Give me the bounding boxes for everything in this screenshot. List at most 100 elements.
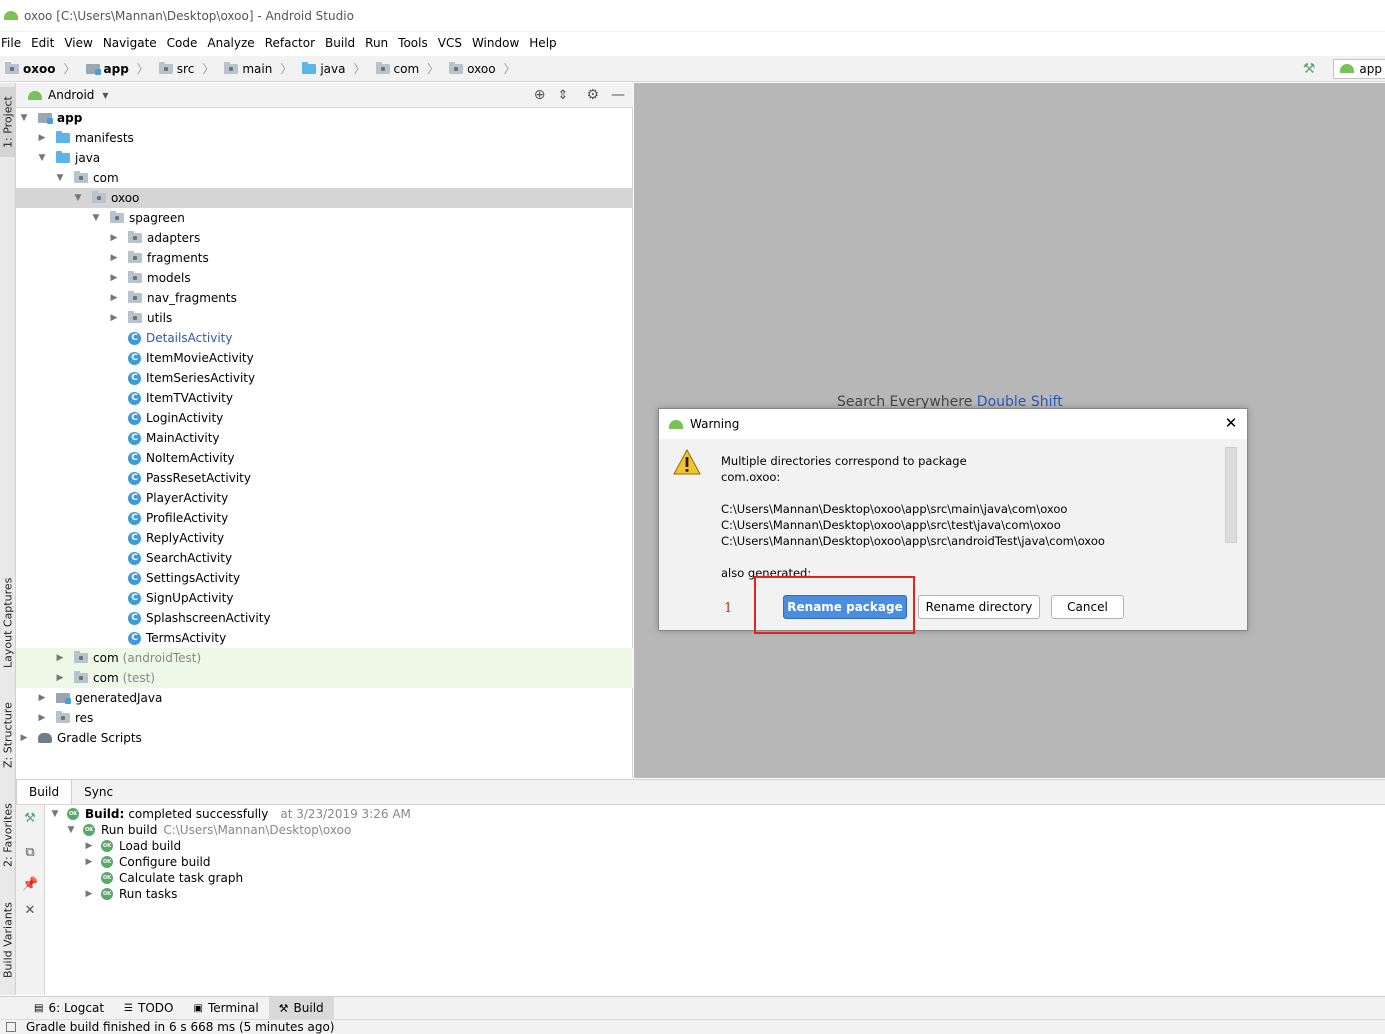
project-view-select[interactable]: Android bbox=[48, 88, 94, 102]
build-hammer-icon[interactable]: ⚒ bbox=[1303, 61, 1316, 77]
tree-node-generated-java[interactable]: ▶ generatedJava bbox=[16, 688, 633, 708]
tree-class-item-series-activity[interactable]: C ItemSeriesActivity bbox=[16, 368, 633, 388]
menu-refactor[interactable]: Refactor bbox=[260, 36, 320, 50]
expanded-arrow-icon[interactable]: ▼ bbox=[49, 809, 61, 819]
close-icon[interactable]: ✕ bbox=[1223, 415, 1239, 431]
expanded-arrow-icon[interactable]: ▼ bbox=[36, 153, 48, 163]
tree-node-gradle-scripts[interactable]: ▶ Gradle Scripts bbox=[16, 728, 633, 748]
menu-code[interactable]: Code bbox=[162, 36, 203, 50]
menu-help[interactable]: Help bbox=[524, 36, 561, 50]
collapsed-arrow-icon[interactable]: ▶ bbox=[108, 253, 120, 263]
tab-sync[interactable]: Sync bbox=[72, 779, 125, 804]
tree-class-splashscreen-activity[interactable]: C SplashscreenActivity bbox=[16, 608, 633, 628]
menu-view[interactable]: View bbox=[59, 36, 97, 50]
tree-node-nav-fragments[interactable]: ▶ nav_fragments bbox=[16, 288, 633, 308]
tree-node-utils[interactable]: ▶ utils bbox=[16, 308, 633, 328]
tree-class-no-item-activity[interactable]: C NoItemActivity bbox=[16, 448, 633, 468]
chevron-down-icon[interactable]: ▼ bbox=[102, 91, 108, 100]
collapsed-arrow-icon[interactable]: ▶ bbox=[18, 733, 30, 743]
tree-node-com-android-test[interactable]: ▶ com (androidTest) bbox=[16, 648, 633, 668]
breadcrumb-com[interactable]: com 〉 bbox=[371, 60, 445, 77]
rename-directory-button[interactable]: Rename directory bbox=[918, 595, 1040, 619]
tree-class-details-activity[interactable]: C DetailsActivity bbox=[16, 328, 633, 348]
collapsed-arrow-icon[interactable]: ▶ bbox=[108, 273, 120, 283]
menu-vcs[interactable]: VCS bbox=[433, 36, 467, 50]
tree-class-search-activity[interactable]: C SearchActivity bbox=[16, 548, 633, 568]
tree-node-spagreen[interactable]: ▼ spagreen bbox=[16, 208, 633, 228]
build-status-row[interactable]: ▼ OK Build: completed successfully at 3/2… bbox=[49, 806, 411, 822]
menu-navigate[interactable]: Navigate bbox=[98, 36, 162, 50]
locate-target-icon[interactable]: ⊕ bbox=[534, 87, 546, 103]
cancel-button[interactable]: Cancel bbox=[1051, 595, 1124, 619]
tree-node-res[interactable]: ▶ res bbox=[16, 708, 633, 728]
tree-class-item-tv-activity[interactable]: C ItemTVActivity bbox=[16, 388, 633, 408]
minimize-icon[interactable]: — bbox=[611, 87, 625, 103]
breadcrumb-oxoo-package[interactable]: oxoo 〉 bbox=[444, 60, 520, 77]
run-tasks-row[interactable]: ▶ OK Run tasks bbox=[83, 886, 178, 902]
status-toggle-icon[interactable] bbox=[6, 1022, 16, 1032]
menu-edit[interactable]: Edit bbox=[26, 36, 59, 50]
tree-node-app[interactable]: ▼ app bbox=[16, 108, 633, 128]
menu-build[interactable]: Build bbox=[320, 36, 360, 50]
collapsed-arrow-icon[interactable]: ▶ bbox=[36, 693, 48, 703]
collapsed-arrow-icon[interactable]: ▶ bbox=[83, 889, 95, 899]
tree-class-main-activity[interactable]: C MainActivity bbox=[16, 428, 633, 448]
collapsed-arrow-icon[interactable]: ▶ bbox=[108, 313, 120, 323]
tool-tab-terminal[interactable]: ▣ Terminal bbox=[183, 997, 268, 1019]
build-variants-tool-tab[interactable]: Build Variants bbox=[0, 895, 16, 985]
tree-node-models[interactable]: ▶ models bbox=[16, 268, 633, 288]
tree-class-profile-activity[interactable]: C ProfileActivity bbox=[16, 508, 633, 528]
run-config-select[interactable]: app bbox=[1333, 58, 1385, 79]
gear-icon[interactable]: ⚙ bbox=[586, 87, 599, 103]
tree-class-login-activity[interactable]: C LoginActivity bbox=[16, 408, 633, 428]
breadcrumb-app[interactable]: app 〉 bbox=[81, 60, 154, 77]
breadcrumb-main[interactable]: main 〉 bbox=[219, 60, 297, 77]
tree-class-terms-activity[interactable]: C TermsActivity bbox=[16, 628, 633, 648]
tree-node-com-test[interactable]: ▶ com (test) bbox=[16, 668, 633, 688]
tree-node-java[interactable]: ▼ java bbox=[16, 148, 633, 168]
tree-class-settings-activity[interactable]: C SettingsActivity bbox=[16, 568, 633, 588]
structure-tool-tab[interactable]: Z: Structure bbox=[0, 695, 16, 775]
run-build-row[interactable]: ▼ OK Run build C:\Users\Mannan\Desktop\o… bbox=[65, 822, 352, 838]
collapsed-arrow-icon[interactable]: ▶ bbox=[36, 713, 48, 723]
calculate-task-graph-row[interactable]: OK Calculate task graph bbox=[101, 870, 243, 886]
project-tool-tab[interactable]: 1: Project bbox=[0, 87, 16, 157]
tree-class-item-movie-activity[interactable]: C ItemMovieActivity bbox=[16, 348, 633, 368]
build-hammer-icon[interactable]: ⚒ bbox=[22, 811, 38, 827]
tree-node-com[interactable]: ▼ com bbox=[16, 168, 633, 188]
expanded-arrow-icon[interactable]: ▼ bbox=[72, 193, 84, 203]
menu-window[interactable]: Window bbox=[467, 36, 524, 50]
favorites-tool-tab[interactable]: 2: Favorites bbox=[0, 795, 16, 875]
tree-class-sign-up-activity[interactable]: C SignUpActivity bbox=[16, 588, 633, 608]
menu-run[interactable]: Run bbox=[360, 36, 393, 50]
tree-node-oxoo[interactable]: ▼ oxoo bbox=[16, 188, 633, 208]
dialog-scrollbar[interactable] bbox=[1225, 447, 1237, 543]
expanded-arrow-icon[interactable]: ▼ bbox=[90, 213, 102, 223]
collapsed-arrow-icon[interactable]: ▶ bbox=[108, 233, 120, 243]
collapsed-arrow-icon[interactable]: ▶ bbox=[108, 293, 120, 303]
tree-node-fragments[interactable]: ▶ fragments bbox=[16, 248, 633, 268]
collapsed-arrow-icon[interactable]: ▶ bbox=[83, 857, 95, 867]
collapsed-arrow-icon[interactable]: ▶ bbox=[83, 841, 95, 851]
collapsed-arrow-icon[interactable]: ▶ bbox=[54, 653, 66, 663]
pin-icon[interactable]: 📌 bbox=[22, 877, 38, 893]
menu-tools[interactable]: Tools bbox=[393, 36, 433, 50]
collapsed-arrow-icon[interactable]: ▶ bbox=[54, 673, 66, 683]
close-icon[interactable]: ✕ bbox=[22, 903, 38, 919]
tree-class-player-activity[interactable]: C PlayerActivity bbox=[16, 488, 633, 508]
breadcrumb-src[interactable]: src 〉 bbox=[154, 60, 220, 77]
menu-file[interactable]: File bbox=[0, 36, 26, 50]
expanded-arrow-icon[interactable]: ▼ bbox=[65, 825, 77, 835]
menu-analyze[interactable]: Analyze bbox=[202, 36, 259, 50]
tab-build[interactable]: Build bbox=[16, 779, 73, 804]
tree-node-adapters[interactable]: ▶ adapters bbox=[16, 228, 633, 248]
tool-tab-build[interactable]: ⚒ Build bbox=[268, 997, 334, 1019]
expanded-arrow-icon[interactable]: ▼ bbox=[54, 173, 66, 183]
tool-tab-todo[interactable]: ☰ TODO bbox=[114, 997, 183, 1019]
collapse-all-icon[interactable]: ⇕ bbox=[558, 88, 569, 103]
tree-class-pass-reset-activity[interactable]: C PassResetActivity bbox=[16, 468, 633, 488]
breadcrumb-oxoo[interactable]: oxoo 〉 bbox=[0, 60, 81, 77]
load-build-row[interactable]: ▶ OK Load build bbox=[83, 838, 182, 854]
layout-captures-tool-tab[interactable]: Layout Captures bbox=[0, 573, 16, 673]
breadcrumb-java[interactable]: java 〉 bbox=[297, 60, 370, 77]
